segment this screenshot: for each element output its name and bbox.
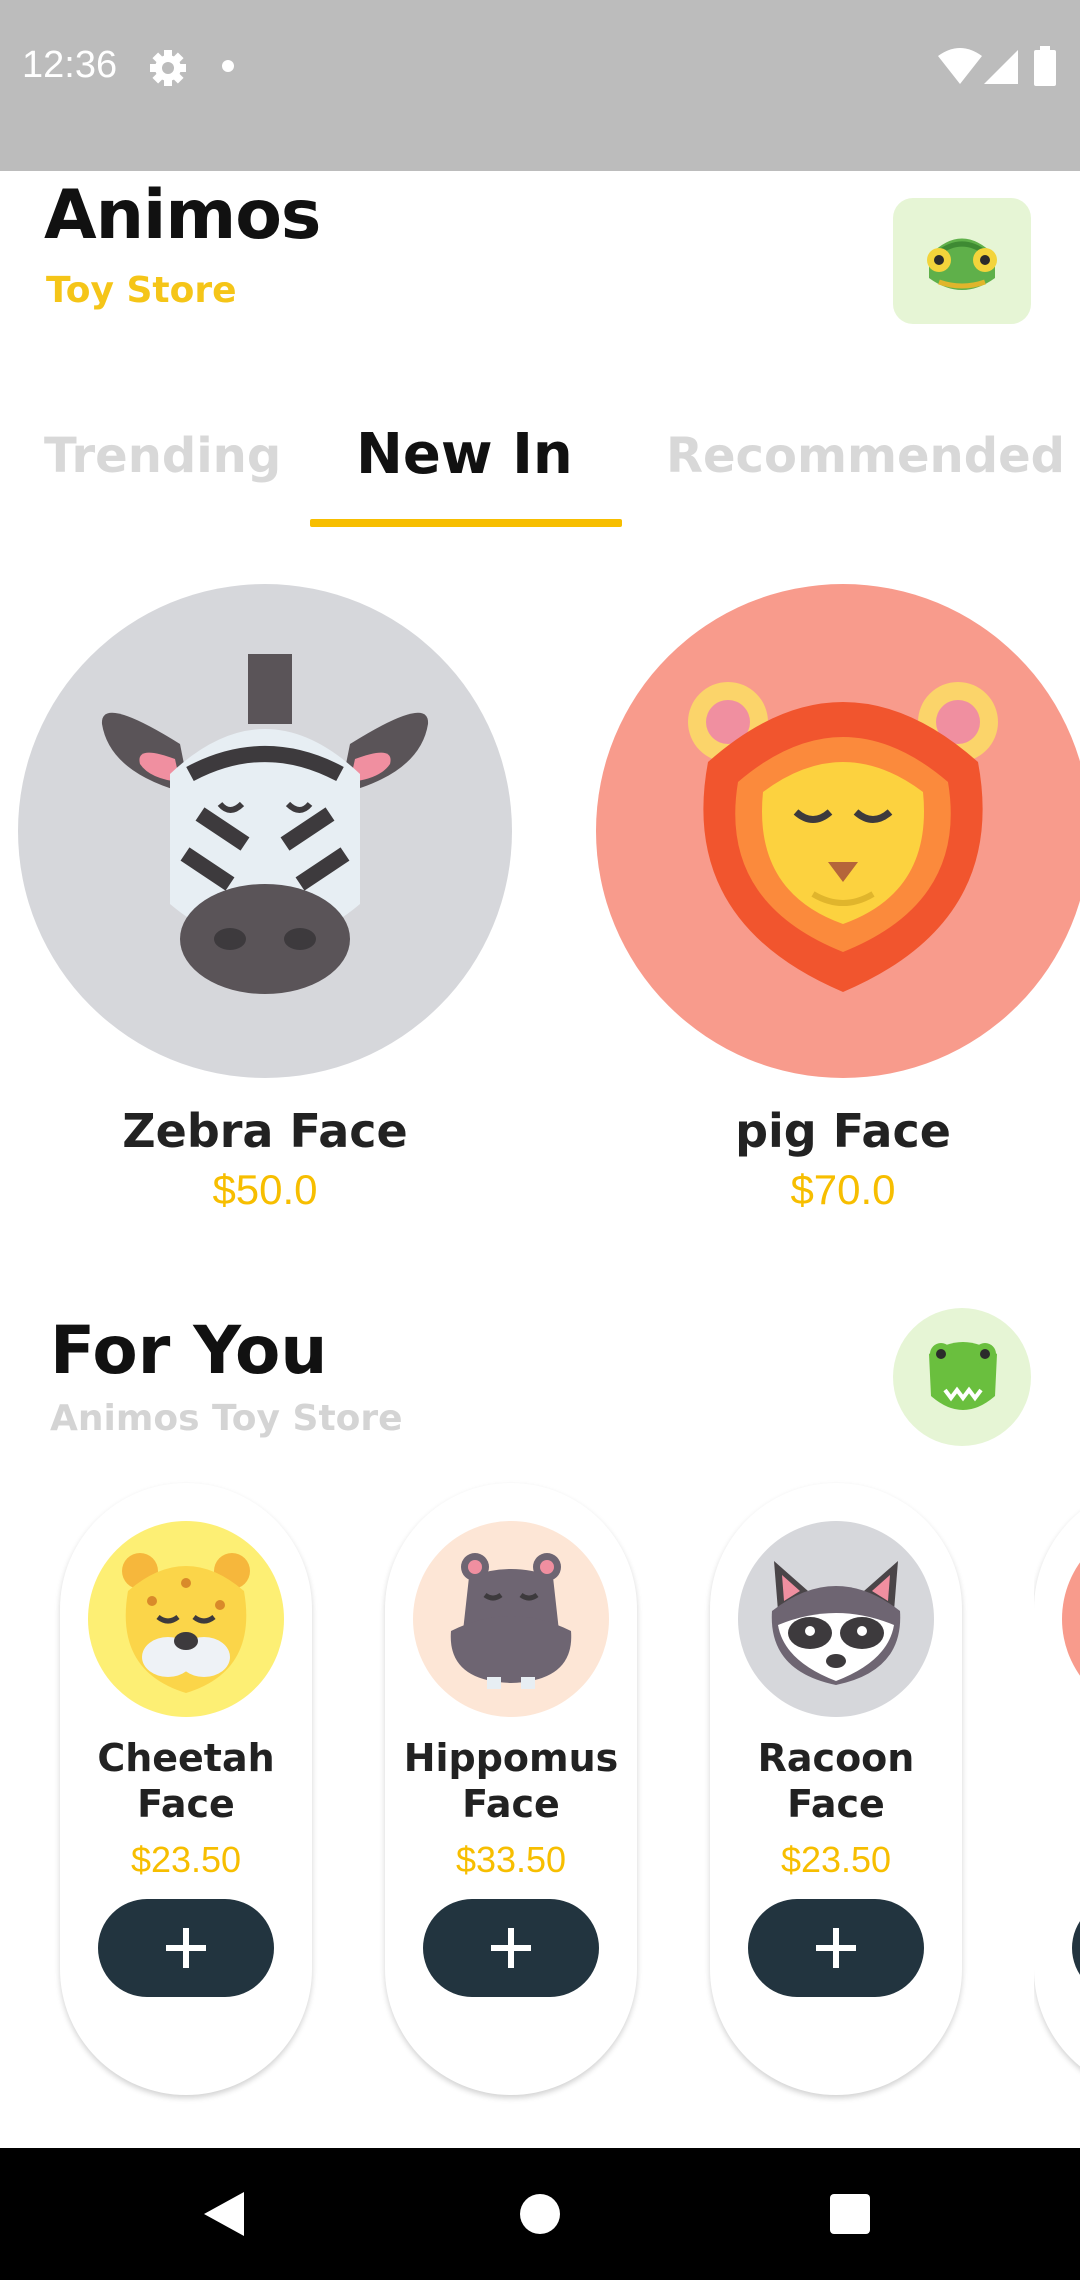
featured-product-zebra[interactable] [18,584,512,1078]
product-price: $23.50 [130,1839,242,1880]
product-name: Zebra Face [122,1104,408,1158]
product-image [738,1521,934,1717]
status-bar: 12:36 [0,0,1080,171]
product-image [413,1521,609,1717]
product-price: $23.50 [780,1839,892,1880]
product-card-hippo[interactable]: Hippomus Face $33.50 [385,1483,637,2095]
add-to-cart-button[interactable] [748,1899,924,1997]
plus-icon [816,1928,856,1968]
profile-avatar-button[interactable] [893,198,1031,324]
tab-recommended[interactable]: Recommended [666,428,1065,484]
app-subtitle: Toy Store [46,270,237,311]
product-image [88,1521,284,1717]
hippo-face-icon [450,1553,572,1689]
plus-icon [166,1928,206,1968]
lion-face-icon [688,682,998,992]
add-to-cart-button[interactable] [98,1899,274,1997]
product-price: $70.0 [790,1166,896,1213]
product-price: $33.50 [455,1839,567,1880]
wifi-icon [938,48,982,90]
product-card-partial[interactable] [1034,1483,1080,2095]
system-navigation-bar [0,2148,1080,2280]
product-card-cheetah[interactable]: Cheetah Face $23.50 [60,1483,312,2095]
settings-icon [148,48,188,92]
tab-trending[interactable]: Trending [44,428,281,484]
product-name: Hippomus Face [403,1736,619,1826]
recent-apps-icon[interactable] [830,2194,870,2234]
add-to-cart-button[interactable] [423,1899,599,1997]
zebra-face-icon [101,654,429,994]
section-title: For You [50,1312,328,1389]
crocodile-icon [929,1342,997,1410]
product-name: Racoon Face [757,1736,915,1826]
product-card-racoon[interactable]: Racoon Face $23.50 [710,1483,962,2095]
featured-product-lion[interactable] [596,584,1080,1078]
back-icon[interactable] [204,2192,244,2236]
product-price: $50.0 [212,1166,318,1213]
status-time: 12:36 [22,44,118,86]
home-icon[interactable] [520,2194,560,2234]
cellular-signal-icon [984,50,1018,88]
product-name: pig Face [735,1104,951,1158]
section-subtitle: Animos Toy Store [50,1398,403,1439]
racoon-face-icon [771,1561,901,1685]
product-name: Cheetah Face [97,1736,275,1826]
battery-icon [1034,46,1056,90]
chameleon-icon [927,238,997,290]
tab-new-in[interactable]: New In [356,422,573,487]
cheetah-face-icon [122,1553,250,1693]
notification-dot-icon [222,60,234,72]
plus-icon [491,1928,531,1968]
crocodile-avatar-button[interactable] [893,1308,1031,1446]
app-title: Animos [44,176,321,255]
active-tab-indicator [310,519,622,527]
